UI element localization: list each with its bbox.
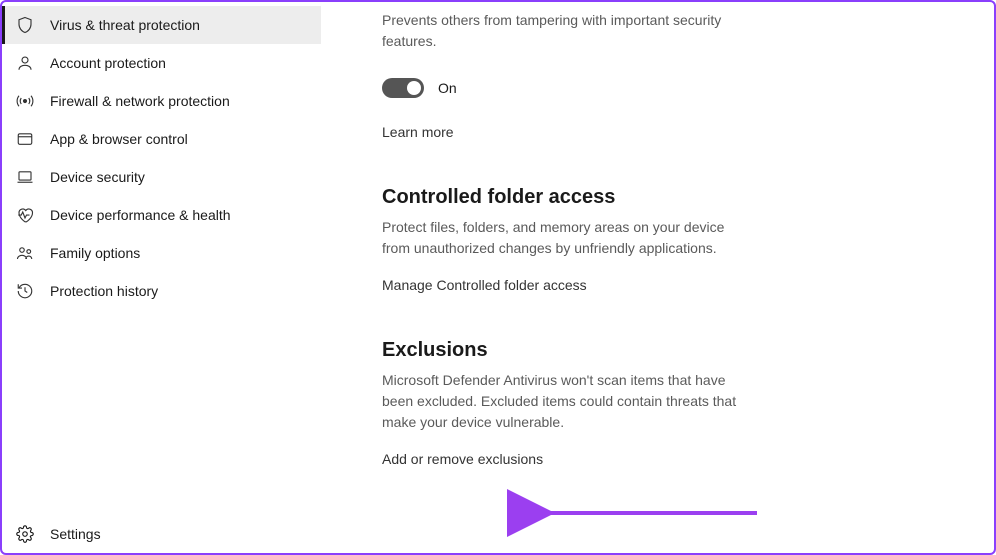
sidebar-item-label: Virus & threat protection — [50, 17, 200, 33]
exclusions-desc: Microsoft Defender Antivirus won't scan … — [382, 370, 742, 433]
sidebar-item-label: Family options — [50, 245, 140, 261]
sidebar-item-account[interactable]: Account protection — [2, 44, 321, 82]
sidebar-item-label: Device performance & health — [50, 207, 231, 223]
manage-cfa-link[interactable]: Manage Controlled folder access — [382, 277, 587, 293]
gear-icon — [16, 525, 34, 543]
cfa-desc: Protect files, folders, and memory areas… — [382, 217, 742, 259]
sidebar-item-firewall[interactable]: Firewall & network protection — [2, 82, 321, 120]
settings-label: Settings — [50, 526, 101, 542]
history-icon — [16, 282, 34, 300]
browser-icon — [16, 130, 34, 148]
laptop-icon — [16, 168, 34, 186]
add-remove-exclusions-link[interactable]: Add or remove exclusions — [382, 451, 543, 467]
cfa-title: Controlled folder access — [382, 186, 974, 209]
sidebar: Virus & threat protection Account protec… — [2, 2, 322, 553]
tamper-toggle[interactable] — [382, 78, 424, 98]
sidebar-item-virus-threat[interactable]: Virus & threat protection — [2, 6, 321, 44]
tamper-toggle-label: On — [438, 80, 457, 96]
sidebar-item-performance[interactable]: Device performance & health — [2, 196, 321, 234]
antenna-icon — [16, 92, 34, 110]
sidebar-item-history[interactable]: Protection history — [2, 272, 321, 310]
sidebar-list: Virus & threat protection Account protec… — [2, 6, 321, 513]
sidebar-item-label: Device security — [50, 169, 145, 185]
sidebar-item-label: Protection history — [50, 283, 158, 299]
heart-pulse-icon — [16, 206, 34, 224]
tamper-toggle-row: On — [382, 78, 974, 98]
tamper-protection-desc: Prevents others from tampering with impo… — [382, 10, 742, 52]
people-icon — [16, 244, 34, 262]
sidebar-item-family[interactable]: Family options — [2, 234, 321, 272]
exclusions-title: Exclusions — [382, 339, 974, 362]
sidebar-item-label: App & browser control — [50, 131, 188, 147]
sidebar-item-app-browser[interactable]: App & browser control — [2, 120, 321, 158]
person-icon — [16, 54, 34, 72]
sidebar-settings[interactable]: Settings — [2, 513, 321, 553]
sidebar-item-label: Account protection — [50, 55, 166, 71]
main-content: Prevents others from tampering with impo… — [322, 2, 994, 553]
sidebar-item-label: Firewall & network protection — [50, 93, 230, 109]
learn-more-link[interactable]: Learn more — [382, 124, 454, 140]
shield-icon — [16, 16, 34, 34]
sidebar-item-device-security[interactable]: Device security — [2, 158, 321, 196]
